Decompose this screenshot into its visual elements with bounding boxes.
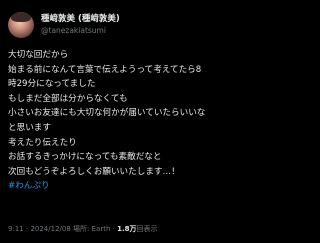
meta-separator: ·	[25, 225, 29, 233]
user-handle[interactable]: @tanezakiatsumi	[41, 25, 120, 36]
meta-separator: ·	[112, 225, 115, 233]
post-line: お話するきっかけになっても素敵だなと	[8, 152, 162, 163]
post-location: 場所: Earth	[73, 225, 111, 233]
view-count-label: 回表示	[136, 225, 158, 233]
author-names: 種﨑敦美 (種﨑敦美) @tanezakiatsumi	[41, 14, 120, 36]
hashtag-link[interactable]: #わんぷり	[8, 179, 242, 194]
post-line: と思います	[8, 122, 51, 133]
post-text: 大切な回だから 始まる前になんて言葉で伝えようって考えてたら8 時29分になって…	[8, 48, 242, 194]
post-line: 時29分になってました	[8, 79, 96, 90]
post-time[interactable]: 9:11	[8, 225, 24, 233]
post-line: もしまだ全部は分からなくても	[8, 93, 128, 104]
post-line: 考えたり伝えたり	[8, 137, 77, 148]
view-count[interactable]: 1.8万	[117, 225, 136, 233]
post-header: 種﨑敦美 (種﨑敦美) @tanezakiatsumi	[8, 8, 242, 42]
post-line: 始まる前になんて言葉で伝えようって考えてたら8	[8, 64, 202, 75]
post-date[interactable]: 2024/12/08	[30, 225, 70, 233]
post-line: 小さいお友達にも大切な何かが届いていたらいいな	[8, 108, 206, 119]
post-line: 大切な回だから	[8, 50, 69, 60]
post-meta: 9:11 · 2024/12/08 場所: Earth · 1.8万回表示	[8, 224, 158, 234]
post: 種﨑敦美 (種﨑敦美) @tanezakiatsumi 大切な回だから 始まる前…	[0, 0, 250, 243]
avatar[interactable]	[8, 12, 34, 38]
display-name[interactable]: 種﨑敦美 (種﨑敦美)	[41, 14, 120, 25]
post-line: 次回もどうぞよろしくお願いいたします…！	[8, 166, 180, 177]
